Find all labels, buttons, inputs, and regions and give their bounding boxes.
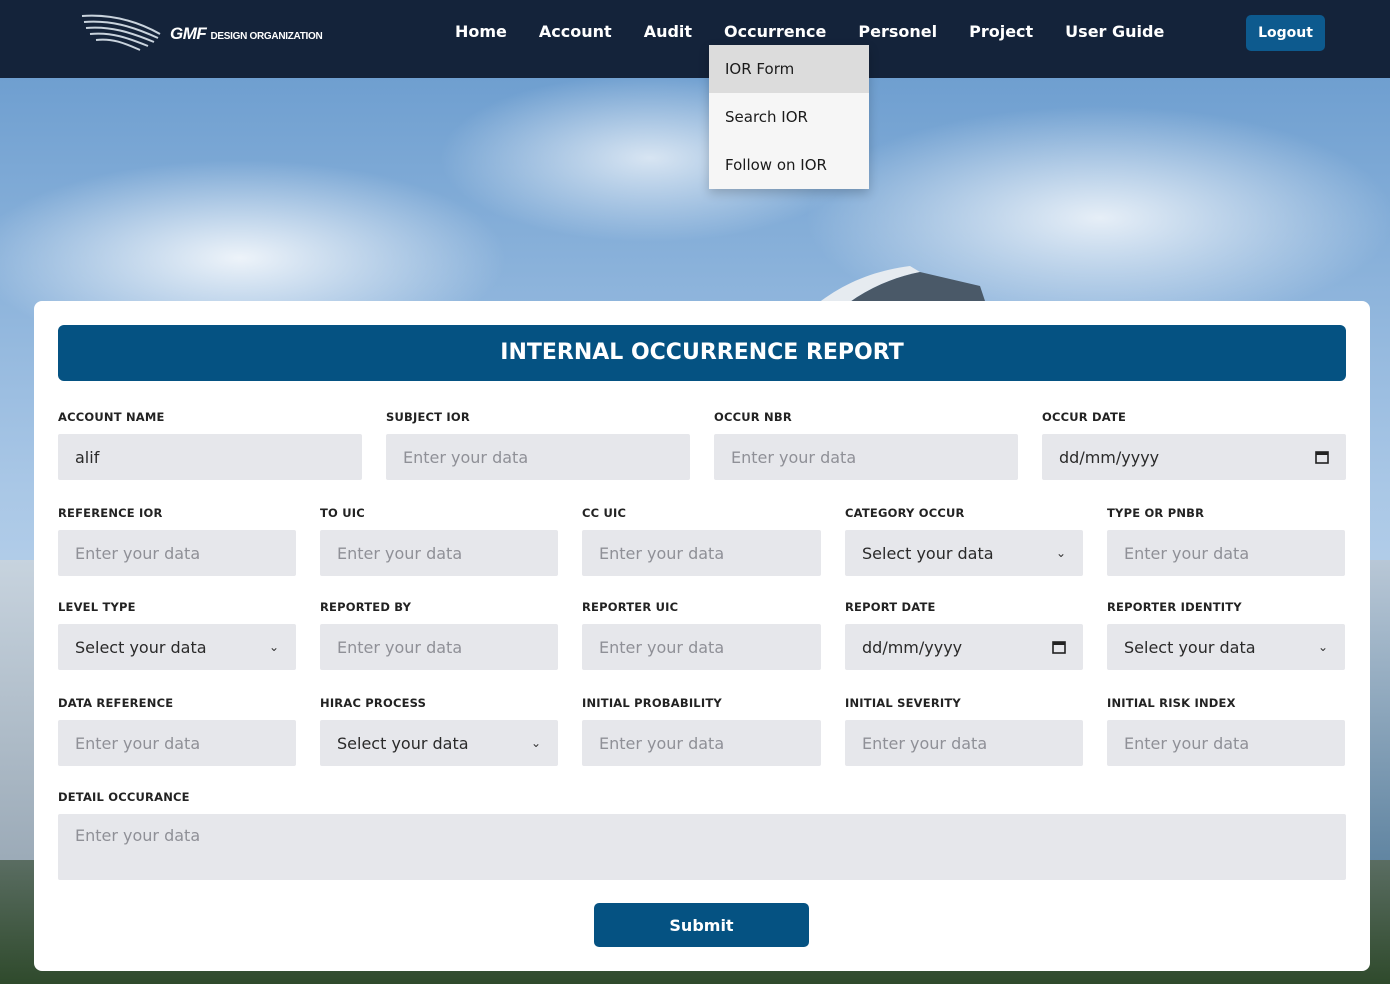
initial-severity-field: INITIAL SEVERITY [845, 696, 1083, 766]
report-date-placeholder: dd/mm/yyyy [862, 637, 963, 657]
reporter-uic-input[interactable] [582, 624, 821, 670]
initial-risk-index-input[interactable] [1107, 720, 1345, 766]
reporter-identity-label: REPORTER IDENTITY [1107, 600, 1242, 614]
menu-item-ior-form[interactable]: IOR Form [709, 45, 869, 93]
to-uic-field: TO UIC [320, 506, 558, 576]
initial-risk-index-label: INITIAL RISK INDEX [1107, 696, 1236, 710]
logout-button[interactable]: Logout [1246, 15, 1325, 51]
account-name-label: ACCOUNT NAME [58, 410, 165, 424]
chevron-down-icon: ⌄ [268, 640, 279, 654]
menu-item-follow-on-ior[interactable]: Follow on IOR [709, 141, 869, 189]
reported-by-field: REPORTED BY [320, 600, 558, 670]
reported-by-input[interactable] [320, 624, 558, 670]
subject-ior-label: SUBJECT IOR [386, 410, 470, 424]
hirac-process-label: HIRAC PROCESS [320, 696, 427, 710]
reporter-uic-field: REPORTER UIC [582, 600, 821, 670]
initial-probability-field: INITIAL PROBABILITY [582, 696, 821, 766]
nav-user-guide[interactable]: User Guide [1065, 22, 1164, 41]
level-type-value: Select your data [75, 637, 207, 657]
ior-form-card: INTERNAL OCCURRENCE REPORT ACCOUNT NAME … [34, 301, 1370, 971]
initial-probability-label: INITIAL PROBABILITY [582, 696, 722, 710]
initial-risk-index-field: INITIAL RISK INDEX [1107, 696, 1345, 766]
data-reference-input[interactable] [58, 720, 296, 766]
chevron-down-icon: ⌄ [1055, 546, 1066, 560]
category-occur-value: Select your data [862, 543, 994, 563]
reporter-identity-select[interactable]: Select your data ⌄ [1107, 624, 1345, 670]
brand-name: GMF [170, 24, 207, 43]
initial-probability-input[interactable] [582, 720, 821, 766]
occur-date-field: OCCUR DATE dd/mm/yyyy [1042, 410, 1346, 480]
nav-personel[interactable]: Personel [858, 22, 937, 41]
level-type-field: LEVEL TYPE Select your data ⌄ [58, 600, 296, 670]
main-nav: Home Account Audit Occurrence Personel P… [455, 22, 1196, 41]
top-navbar: GMF DESIGN ORGANIZATION Home Account Aud… [0, 0, 1390, 78]
brand-logo-text[interactable]: GMF DESIGN ORGANIZATION [170, 24, 323, 44]
chevron-down-icon: ⌄ [530, 736, 541, 750]
submit-button[interactable]: Submit [594, 903, 809, 947]
calendar-icon[interactable] [1315, 450, 1329, 464]
reporter-identity-value: Select your data [1124, 637, 1256, 657]
data-reference-label: DATA REFERENCE [58, 696, 174, 710]
nav-project[interactable]: Project [969, 22, 1033, 41]
category-occur-select[interactable]: Select your data ⌄ [845, 530, 1083, 576]
occur-date-placeholder: dd/mm/yyyy [1059, 447, 1160, 467]
to-uic-label: TO UIC [320, 506, 365, 520]
to-uic-input[interactable] [320, 530, 558, 576]
cc-uic-field: CC UIC [582, 506, 821, 576]
detail-occurance-textarea[interactable] [58, 814, 1346, 880]
data-reference-field: DATA REFERENCE [58, 696, 296, 766]
initial-severity-label: INITIAL SEVERITY [845, 696, 961, 710]
subject-ior-field: SUBJECT IOR [386, 410, 690, 480]
type-or-pnbr-field: TYPE OR PNBR [1107, 506, 1345, 576]
cc-uic-input[interactable] [582, 530, 821, 576]
category-occur-field: CATEGORY OCCUR Select your data ⌄ [845, 506, 1083, 576]
reporter-identity-field: REPORTER IDENTITY Select your data ⌄ [1107, 600, 1345, 670]
hirac-process-select[interactable]: Select your data ⌄ [320, 720, 558, 766]
cc-uic-label: CC UIC [582, 506, 627, 520]
detail-occurance-label: DETAIL OCCURANCE [58, 790, 190, 804]
hirac-process-field: HIRAC PROCESS Select your data ⌄ [320, 696, 558, 766]
reference-ior-label: REFERENCE IOR [58, 506, 163, 520]
reference-ior-field: REFERENCE IOR [58, 506, 296, 576]
detail-occurance-field: DETAIL OCCURANCE [58, 790, 1346, 880]
occur-nbr-input[interactable] [714, 434, 1018, 480]
calendar-icon[interactable] [1052, 640, 1066, 654]
nav-audit[interactable]: Audit [644, 22, 692, 41]
nav-home[interactable]: Home [455, 22, 507, 41]
nav-account[interactable]: Account [539, 22, 612, 41]
report-date-label: REPORT DATE [845, 600, 936, 614]
account-name-field: ACCOUNT NAME alif [58, 410, 362, 480]
reference-ior-input[interactable] [58, 530, 296, 576]
report-date-field: REPORT DATE dd/mm/yyyy [845, 600, 1083, 670]
form-title: INTERNAL OCCURRENCE REPORT [58, 325, 1346, 381]
nav-occurrence[interactable]: Occurrence [724, 22, 826, 41]
category-occur-label: CATEGORY OCCUR [845, 506, 965, 520]
account-name-input[interactable]: alif [58, 434, 362, 480]
gmf-logo-icon[interactable] [80, 10, 170, 52]
type-or-pnbr-label: TYPE OR PNBR [1107, 506, 1205, 520]
occur-date-label: OCCUR DATE [1042, 410, 1127, 424]
occur-nbr-field: OCCUR NBR [714, 410, 1018, 480]
level-type-select[interactable]: Select your data ⌄ [58, 624, 296, 670]
type-or-pnbr-input[interactable] [1107, 530, 1345, 576]
report-date-input[interactable]: dd/mm/yyyy [845, 624, 1083, 670]
subject-ior-input[interactable] [386, 434, 690, 480]
occurrence-dropdown-menu: IOR Form Search IOR Follow on IOR [709, 45, 869, 189]
occur-nbr-label: OCCUR NBR [714, 410, 792, 424]
reporter-uic-label: REPORTER UIC [582, 600, 679, 614]
occur-date-input[interactable]: dd/mm/yyyy [1042, 434, 1346, 480]
chevron-down-icon: ⌄ [1317, 640, 1328, 654]
level-type-label: LEVEL TYPE [58, 600, 136, 614]
reported-by-label: REPORTED BY [320, 600, 412, 614]
hirac-process-value: Select your data [337, 733, 469, 753]
brand-subtitle: DESIGN ORGANIZATION [210, 31, 323, 42]
initial-severity-input[interactable] [845, 720, 1083, 766]
menu-item-search-ior[interactable]: Search IOR [709, 93, 869, 141]
